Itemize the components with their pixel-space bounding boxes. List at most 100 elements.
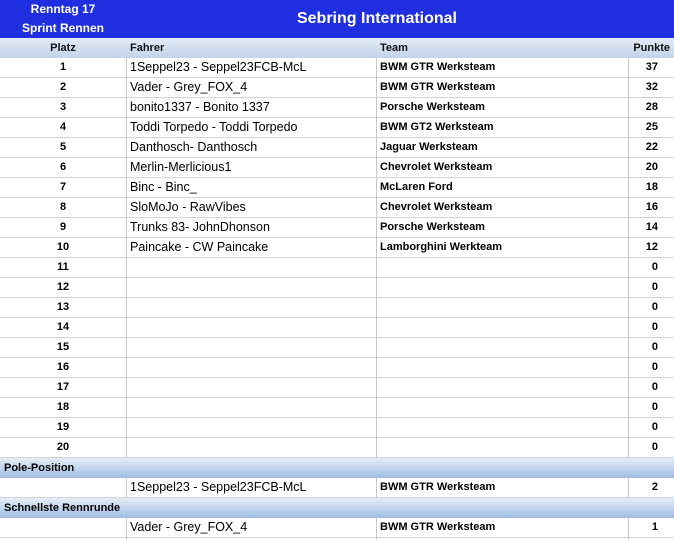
team-cell [380,318,626,337]
table-row: 20 0 [0,438,674,458]
table-row: 5 Danthosch- Danthosch Jaguar Werksteam 22 [0,138,674,158]
team-cell: BWM GT2 Werksteam [380,121,494,133]
driver-cell [130,418,374,437]
team-cell: Porsche Werksteam [380,221,485,233]
driver-cell [130,398,374,417]
driver-cell [130,278,374,297]
table-row: 2 Vader - Grey_FOX_4 BWM GTR Werksteam 32 [0,78,674,98]
driver-cell [130,258,374,277]
table-row: 15 0 [0,338,674,358]
col-platz: Platz [50,42,76,54]
points-cell: 0 [651,281,658,293]
driver-cell [130,338,374,357]
driver-cell: bonito1337 - Bonito 1337 [130,100,270,114]
driver-cell [130,318,374,337]
position-cell: 14 [56,321,70,333]
points-cell: 28 [645,101,658,113]
position-cell: 7 [59,181,67,193]
fastest-lap-label: Schnellste Rennrunde [4,502,121,514]
position-cell: 9 [59,221,67,233]
divider [376,58,377,458]
points-cell: 14 [645,221,658,233]
pole-section-header: Pole-Position [0,458,674,478]
driver-cell: 1Seppel23 - Seppel23FCB-McL [130,60,307,74]
points-cell: 25 [645,121,658,133]
col-fahrer: Fahrer [130,42,165,54]
divider [126,58,127,458]
driver-cell: Paincake - CW Paincake [130,240,269,254]
table-row: 17 0 [0,378,674,398]
team-cell: BWM GTR Werksteam [380,81,496,93]
position-cell: 4 [59,121,67,133]
divider [126,478,127,498]
fastest-lap-driver: Vader - Grey_FOX_4 [130,520,248,534]
position-cell: 6 [59,161,67,173]
table-row: 7 Binc - Binc_ McLaren Ford 18 [0,178,674,198]
col-team: Team [380,42,408,54]
team-cell: McLaren Ford [380,181,453,193]
position-cell: 20 [56,441,70,453]
points-cell: 0 [651,321,658,333]
position-cell: 12 [56,281,70,293]
points-cell: 0 [651,441,658,453]
driver-cell: Merlin-Merlicious1 [130,160,232,174]
pole-driver: 1Seppel23 - Seppel23FCB-McL [130,480,307,494]
position-cell: 11 [57,261,69,273]
position-cell: 17 [56,381,70,393]
table-row: 6 Merlin-Merlicious1 Chevrolet Werksteam 20 [0,158,674,178]
points-cell: 0 [651,341,658,353]
divider [628,478,629,498]
team-cell [380,298,626,317]
team-cell [380,398,626,417]
driver-cell: Danthosch- Danthosch [130,140,258,154]
table-row: 16 0 [0,358,674,378]
divider [376,478,377,498]
table-row: 3 bonito1337 - Bonito 1337 Porsche Werkste… [0,98,674,118]
driver-cell [130,438,374,457]
position-cell: 15 [56,341,70,353]
position-cell: 5 [59,141,67,153]
pole-label: Pole-Position [4,462,75,474]
pole-row: 1Seppel23 - Seppel23FCB-McL BWM GTR Werk… [0,478,674,498]
fastest-lap-team: BWM GTR Werksteam [380,521,496,533]
team-cell: BWM GTR Werksteam [380,61,496,73]
points-cell: 16 [645,201,658,213]
pole-points: 2 [651,481,658,493]
table-row: 8 SloMoJo - RawVibes Chevrolet Werksteam 16 [0,198,674,218]
position-cell: 13 [56,301,70,313]
driver-cell: Binc - Binc_ [130,180,197,194]
table-row: 4 Toddi Torpedo - Toddi Torpedo BWM GT2 We… [0,118,674,138]
points-cell: 0 [651,261,658,273]
position-cell: 10 [56,241,70,253]
fastest-lap-points: 1 [651,521,658,533]
points-cell: 0 [651,301,658,313]
title-bar: Renntag 17 Sprint Rennen Sebring Interna… [0,0,674,38]
table-row: 19 0 [0,418,674,438]
points-cell: 32 [645,81,658,93]
table-row: 12 0 [0,278,674,298]
team-cell: Chevrolet Werksteam [380,161,493,173]
table-row: 18 0 [0,398,674,418]
driver-cell [130,298,374,317]
table-row: 14 0 [0,318,674,338]
race-info: Renntag 17 Sprint Rennen [0,0,126,38]
points-cell: 0 [651,421,658,433]
points-cell: 0 [651,381,658,393]
driver-cell [130,378,374,397]
race-day-label: Renntag 17 [30,2,96,16]
driver-cell: Trunks 83- JohnDhonson [130,220,270,234]
points-cell: 0 [651,401,658,413]
team-cell [380,378,626,397]
position-cell: 1 [59,61,67,73]
team-cell: Chevrolet Werksteam [380,201,493,213]
driver-cell: Toddi Torpedo - Toddi Torpedo [130,120,298,134]
team-cell: Lamborghini Werkteam [380,241,503,253]
position-cell: 2 [59,81,67,93]
table-row: 10 Paincake - CW Paincake Lamborghini Werk… [0,238,674,258]
team-cell: Jaguar Werksteam [380,141,478,153]
points-cell: 0 [651,361,658,373]
position-cell: 16 [56,361,70,373]
points-cell: 22 [645,141,658,153]
position-cell: 18 [56,401,70,413]
team-cell [380,358,626,377]
